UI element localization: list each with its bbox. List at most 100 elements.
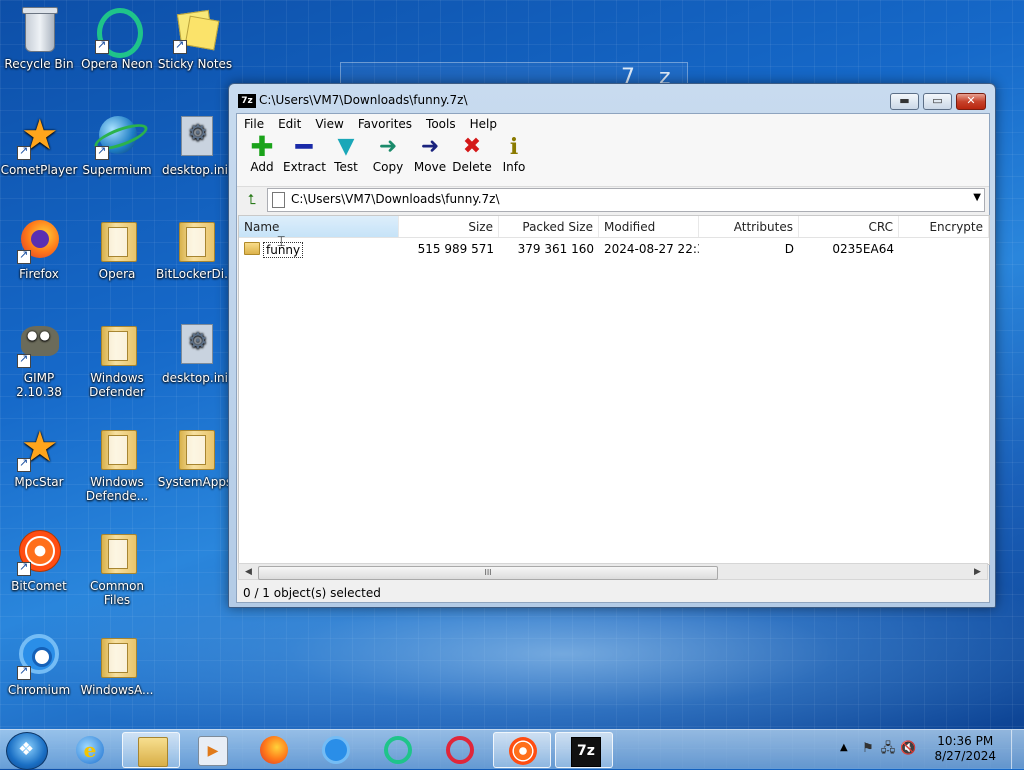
desktop-icon-opera-folder[interactable]: Opera [78, 216, 156, 281]
start-button[interactable] [6, 732, 48, 770]
desktop-icon-common-files[interactable]: Common Files [78, 528, 156, 607]
7zip-app-icon[interactable]: 7z [238, 94, 256, 108]
delete-label: Delete [452, 160, 492, 174]
list-item[interactable]: funny 515 989 571 379 361 160 2024-08-27… [239, 238, 989, 259]
add-label: Add [250, 160, 274, 174]
7zip-icon: 7z [571, 737, 601, 767]
desktop-icon-desktop-ini[interactable]: desktop.ini [156, 112, 234, 177]
address-bar[interactable]: C:\Users\VM7\Downloads\funny.7z\ ▼ [267, 188, 985, 212]
desktop-icon-supermium[interactable]: Supermium [78, 112, 156, 177]
column-crc[interactable]: CRC [799, 216, 899, 237]
row-attributes: D [784, 242, 794, 256]
desktop-icon-systemapps[interactable]: SystemApps [156, 424, 234, 489]
taskbar-internet-explorer[interactable]: e [61, 732, 119, 768]
recycle-bin-icon [22, 7, 58, 52]
taskbar-media-player[interactable]: ▶ [183, 732, 241, 768]
menu-help[interactable]: Help [463, 114, 504, 134]
action-center-icon[interactable]: ⚑ [860, 741, 876, 757]
scrollbar-thumb[interactable]: III [258, 566, 718, 580]
desktop-icon-firefox[interactable]: Firefox [0, 216, 78, 281]
extract-label: Extract [283, 160, 326, 174]
taskbar-explorer[interactable] [122, 732, 180, 768]
desktop-icon-windows-defender[interactable]: Windows Defender [78, 320, 156, 399]
desktop-icon-cometplayer[interactable]: ★ CometPlayer [0, 112, 78, 178]
move-button[interactable]: ➜ Move [409, 134, 451, 186]
copy-button[interactable]: ➜ Copy [367, 134, 409, 186]
folder-icon [101, 638, 137, 678]
horizontal-scrollbar[interactable]: ◀ III ▶ [238, 563, 988, 580]
taskbar-opera-neon[interactable] [369, 732, 427, 768]
desktop-icon-mpcstar[interactable]: ★ MpcStar [0, 424, 78, 490]
taskbar-bitcomet[interactable] [493, 732, 551, 768]
test-button[interactable]: ▼ Test [325, 134, 367, 186]
desktop-icon-sticky-notes[interactable]: Sticky Notes [156, 6, 234, 71]
shortcut-arrow-icon [17, 560, 31, 576]
taskbar-firefox[interactable] [245, 732, 303, 768]
chromium-icon [322, 736, 350, 764]
add-button[interactable]: ✚ Add [241, 130, 283, 186]
taskbar-chromium[interactable] [307, 732, 365, 768]
close-button[interactable]: ✕ [956, 93, 986, 110]
tray-expand-icon[interactable]: ▲ [840, 742, 848, 753]
extract-button[interactable]: ━ Extract [283, 130, 326, 186]
info-button[interactable]: i Info [493, 134, 535, 186]
maximize-button[interactable]: ▭ [923, 93, 952, 110]
info-icon: i [509, 134, 519, 160]
move-label: Move [413, 160, 447, 174]
taskbar-7zip[interactable]: 7z [555, 732, 613, 768]
menu-favorites[interactable]: Favorites [351, 114, 419, 134]
window-titlebar[interactable]: 7z C:\Users\VM7\Downloads\funny.7z\ ▬ ▭ … [229, 84, 995, 112]
column-attributes[interactable]: Attributes [699, 216, 799, 237]
menu-tools[interactable]: Tools [419, 114, 463, 134]
shortcut-arrow-icon [173, 38, 187, 54]
desktop-icon-chromium[interactable]: Chromium [0, 632, 78, 697]
column-modified[interactable]: Modified [599, 216, 699, 237]
clock[interactable]: 10:36 PM 8/27/2024 [934, 734, 996, 764]
volume-muted-icon[interactable]: 🔇 [900, 741, 916, 757]
toolbar: ✚ Add ━ Extract ▼ Test ➜ Copy ➜ Move ✖ D… [237, 130, 989, 187]
taskbar-opera[interactable] [431, 732, 489, 768]
menu-view[interactable]: View [308, 114, 350, 134]
desktop-icon-desktop-ini-2[interactable]: desktop.ini [156, 320, 234, 385]
scroll-right-icon[interactable]: ▶ [970, 565, 985, 579]
menu-bar: File Edit View Favorites Tools Help [237, 114, 989, 134]
mouse-cursor-icon: ⌶ [277, 234, 286, 250]
folder-icon [244, 242, 260, 255]
file-list[interactable]: Name Size Packed Size Modified Attribute… [238, 215, 990, 565]
desktop-icon-bitlocker[interactable]: BitLockerDi... [156, 216, 236, 281]
desktop-icon-recycle-bin[interactable]: Recycle Bin [0, 6, 78, 71]
row-modified: 2024-08-27 22:34 [604, 242, 699, 256]
desktop-icon-windowsa[interactable]: WindowsA... [78, 632, 156, 697]
show-desktop-button[interactable] [1011, 730, 1024, 769]
shortcut-arrow-icon [17, 664, 31, 680]
network-icon[interactable]: 🖧 [880, 741, 896, 757]
desktop-icon-opera-neon[interactable]: Opera Neon [78, 6, 156, 71]
status-bar: 0 / 1 object(s) selected [237, 583, 987, 602]
test-icon: ▼ [337, 134, 355, 159]
opera-neon-icon [384, 736, 412, 764]
extract-icon: ━ [295, 130, 313, 163]
column-name[interactable]: Name [239, 216, 399, 237]
settings-file-icon [181, 324, 213, 364]
up-folder-button[interactable]: ⮤ [241, 190, 263, 210]
shortcut-arrow-icon [95, 144, 109, 160]
desktop-icon-gimp[interactable]: GIMP 2.10.38 [0, 320, 78, 399]
folder-icon [101, 534, 137, 574]
list-header: Name Size Packed Size Modified Attribute… [239, 216, 989, 238]
folder-icon [101, 430, 137, 470]
address-dropdown-icon[interactable]: ▼ [973, 192, 981, 203]
minimize-button[interactable]: ▬ [890, 93, 919, 110]
column-encrypted[interactable]: Encrypte [899, 216, 989, 237]
column-packed-size[interactable]: Packed Size [499, 216, 599, 237]
taskbar: e ▶ 7z ▲ ⚑ 🖧 🔇 10:36 PM 8/27/2024 [0, 729, 1024, 770]
add-icon: ✚ [250, 130, 274, 163]
column-size[interactable]: Size [399, 216, 499, 237]
desktop-icon-bitcomet[interactable]: BitComet [0, 528, 78, 593]
row-packed-size: 379 361 160 [517, 242, 594, 256]
bitcomet-icon [509, 737, 537, 765]
row-name-cell[interactable]: funny [239, 238, 399, 259]
delete-button[interactable]: ✖ Delete [451, 134, 493, 186]
info-label: Info [502, 160, 526, 174]
desktop-icon-windows-defender-2[interactable]: Windows Defende... [78, 424, 156, 503]
scroll-left-icon[interactable]: ◀ [241, 565, 256, 579]
